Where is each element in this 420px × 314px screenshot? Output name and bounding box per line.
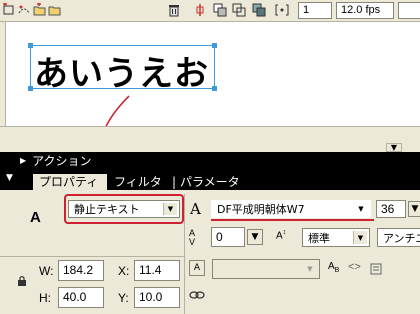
font-icon: A — [190, 200, 201, 218]
width-field[interactable]: 184.2 — [58, 260, 104, 281]
scroll-down-arrow-icon[interactable]: ▼ — [386, 143, 402, 152]
selectable-text-icon[interactable]: A — [189, 260, 205, 276]
character-position-icon: A↕ — [276, 229, 287, 242]
text-tool-icon: A — [30, 209, 41, 226]
link-icon[interactable] — [189, 287, 205, 303]
height-value: 40.0 — [63, 290, 87, 304]
panel-divider-horizontal — [0, 256, 184, 257]
horizontal-scrollbar[interactable] — [0, 126, 420, 140]
character-position-value: 標準 — [308, 231, 330, 245]
disabled-dropdown: ▼ — [212, 259, 320, 279]
font-size-field[interactable]: 36 — [376, 200, 406, 218]
character-position-dropdown[interactable]: 標準 ▼ — [302, 228, 370, 247]
chevron-down-icon: ▼ — [353, 231, 367, 244]
chevron-down-icon: ▼ — [354, 203, 368, 215]
anti-alias-dropdown[interactable]: アンチエ — [377, 228, 420, 247]
tab-filter[interactable]: フィルタ — [114, 174, 162, 190]
y-field[interactable]: 10.0 — [134, 287, 180, 308]
chevron-down-icon: ▼ — [303, 262, 317, 276]
y-label: Y: — [118, 291, 129, 305]
font-size-dropdown-icon[interactable]: ▼ — [408, 201, 420, 217]
panel-gap — [0, 140, 420, 152]
x-value: 11.4 — [139, 263, 162, 277]
width-value: 184.2 — [63, 263, 94, 277]
font-dropdown[interactable]: DF平成明朝体W7 ▼ — [211, 200, 371, 218]
height-label: H: — [39, 291, 51, 305]
border-icon[interactable] — [368, 261, 384, 277]
text-type-value: 静止テキスト — [74, 203, 140, 216]
x-label: X: — [118, 264, 130, 278]
lock-icon[interactable] — [17, 275, 27, 287]
html-render-icon[interactable]: <> — [348, 261, 361, 273]
selectable-icon[interactable]: AB — [328, 261, 339, 274]
height-field[interactable]: 40.0 — [58, 287, 104, 308]
expand-triangle-icon[interactable]: ▼ — [6, 173, 13, 183]
y-value: 10.0 — [139, 290, 163, 304]
x-field[interactable]: 11.4 — [134, 260, 180, 281]
font-size-value: 36 — [381, 202, 395, 216]
tab-separator: | — [172, 175, 177, 189]
letter-spacing-value: 0 — [216, 230, 223, 244]
anti-alias-value: アンチエ — [383, 231, 420, 245]
letter-spacing-field[interactable]: 0 — [211, 227, 245, 247]
width-label: W: — [39, 264, 54, 278]
tab-properties[interactable]: プロパティ — [33, 174, 107, 190]
font-underline-highlight — [211, 219, 374, 221]
text-type-dropdown[interactable]: 静止テキスト ▼ — [68, 200, 180, 218]
panel-divider — [184, 194, 185, 314]
collapse-triangle-icon: ▶ — [20, 155, 27, 165]
font-value: DF平成明朝体W7 — [217, 203, 305, 216]
actions-panel-header[interactable]: ▶ アクション — [0, 152, 420, 168]
actions-panel-title: アクション — [32, 153, 92, 168]
tab-parameters[interactable]: パラメータ — [180, 174, 240, 190]
letter-spacing-icon: AV — [189, 228, 196, 247]
letter-spacing-dropdown-icon[interactable]: ▼ — [247, 229, 263, 245]
chevron-down-icon: ▼ — [163, 203, 177, 215]
